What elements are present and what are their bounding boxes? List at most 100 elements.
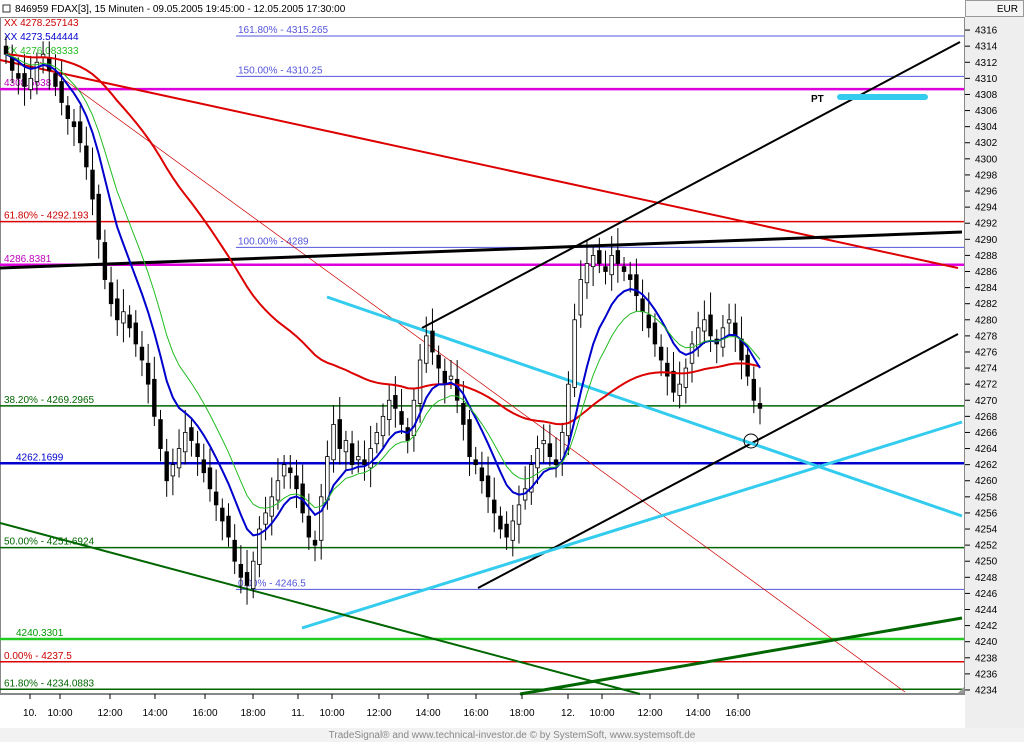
candle-body	[578, 279, 583, 316]
price-tick-label: 4296	[975, 187, 998, 198]
candle-body	[96, 193, 101, 240]
price-tick-label: 4312	[975, 58, 998, 69]
price-tick-label: 4256	[975, 508, 998, 519]
candle-body	[603, 266, 608, 272]
candle-body	[652, 322, 658, 345]
candle-body	[683, 367, 689, 388]
candle-body	[238, 564, 244, 578]
candle-body	[152, 378, 157, 417]
candle-body	[386, 399, 392, 420]
price-tick-label: 4298	[975, 170, 998, 181]
price-tick-label: 4264	[975, 444, 998, 455]
candle-body	[275, 480, 281, 501]
candle-body	[59, 81, 64, 103]
chart-title: 846959 FDAX[3], 15 Minuten - 09.05.2005 …	[15, 4, 346, 15]
price-tick-label: 4280	[975, 315, 998, 326]
candle-body	[745, 354, 750, 377]
price-tick-label: 4290	[975, 235, 998, 246]
level-label: 0.00% - 4237.5	[4, 651, 72, 662]
level-label: 50.00% - 4251.6924	[4, 537, 95, 548]
price-tick-label: 4262	[975, 460, 998, 471]
candle-body	[251, 560, 256, 589]
price-tick-label: 4282	[975, 299, 998, 310]
level-label: 161.80% - 4315.265	[238, 25, 329, 36]
candle-body	[405, 427, 410, 441]
candle-body	[430, 330, 435, 353]
price-tick-label: 4288	[975, 251, 998, 262]
price-tick-label: 4236	[975, 669, 998, 680]
candle-body	[708, 314, 713, 337]
candle-body	[207, 467, 213, 490]
price-tick-label: 4248	[975, 573, 998, 584]
price-tick-label: 4304	[975, 122, 998, 133]
time-tick-label: 12:00	[366, 708, 391, 719]
candle-body	[362, 459, 367, 466]
price-tick-label: 4276	[975, 347, 998, 358]
candle-body	[658, 346, 664, 361]
price-tick-label: 4300	[975, 154, 998, 165]
time-tick-label: 10:00	[589, 708, 614, 719]
candle-body	[566, 383, 571, 437]
candle-body	[492, 499, 497, 514]
price-tick-label: 4292	[975, 219, 998, 230]
price-tick-label: 4316	[975, 26, 998, 37]
indicator-blue-label: XX 4273.544444	[4, 32, 79, 43]
candle-body	[479, 467, 485, 482]
price-tick-label: 4286	[975, 267, 998, 278]
candle-body	[485, 475, 491, 498]
chart-background	[0, 0, 1024, 742]
candle-body	[121, 311, 126, 324]
candle-body	[535, 448, 540, 469]
candle-body	[133, 322, 138, 345]
candle-body	[473, 459, 478, 466]
candle-body	[597, 250, 602, 264]
price-tick-label: 4278	[975, 331, 998, 342]
level-label: 38.20% - 4269.2965	[4, 395, 95, 406]
candle-body	[757, 403, 763, 409]
candle-body	[139, 346, 145, 361]
price-chart: EUR TradeSignal® and www.technical-inves…	[0, 0, 1024, 742]
candle-body	[628, 274, 633, 280]
candle-body	[3, 45, 9, 55]
price-tick-label: 4272	[975, 380, 998, 391]
price-tick-label: 4310	[975, 74, 998, 85]
candle-body	[424, 335, 429, 364]
candle-body	[665, 362, 670, 377]
candle-body	[646, 314, 651, 329]
candle-body	[726, 319, 732, 324]
currency-label: EUR	[997, 4, 1018, 15]
candle-body	[294, 475, 299, 490]
price-tick-label: 4306	[975, 106, 998, 117]
level-label: 4240.3301	[16, 628, 64, 639]
candle-body	[356, 456, 361, 461]
price-tick-label: 4284	[975, 283, 998, 294]
time-tick-label: 16:00	[725, 708, 750, 719]
level-label: 61.80% - 4234.0883	[4, 678, 95, 689]
level-label: 4262.1699	[16, 452, 64, 463]
price-tick-label: 4252	[975, 541, 998, 552]
candle-body	[702, 319, 707, 332]
candle-body	[115, 298, 120, 321]
price-tick-label: 4274	[975, 364, 998, 375]
candle-body	[751, 378, 757, 401]
candle-body	[467, 419, 472, 457]
candle-body	[677, 383, 682, 396]
candle-body	[590, 255, 596, 268]
price-tick-label: 4242	[975, 621, 998, 632]
candle-body	[442, 370, 448, 385]
price-tick-label: 4294	[975, 203, 998, 214]
candle-body	[331, 424, 336, 461]
candle-body	[510, 520, 515, 541]
price-tick-label: 4246	[975, 589, 998, 600]
price-tick-label: 4268	[975, 412, 998, 423]
candle-body	[584, 263, 590, 284]
price-tick-label: 4244	[975, 605, 998, 616]
time-tick-label: 18:00	[240, 708, 265, 719]
price-tick-label: 4254	[975, 525, 998, 536]
price-tick-label: 4270	[975, 396, 998, 407]
level-label: 4308.6638	[4, 78, 52, 89]
time-tick-label: 16:00	[192, 708, 217, 719]
candle-body	[28, 77, 33, 91]
time-tick-label: 18:00	[509, 708, 534, 719]
candle-body	[16, 73, 21, 79]
